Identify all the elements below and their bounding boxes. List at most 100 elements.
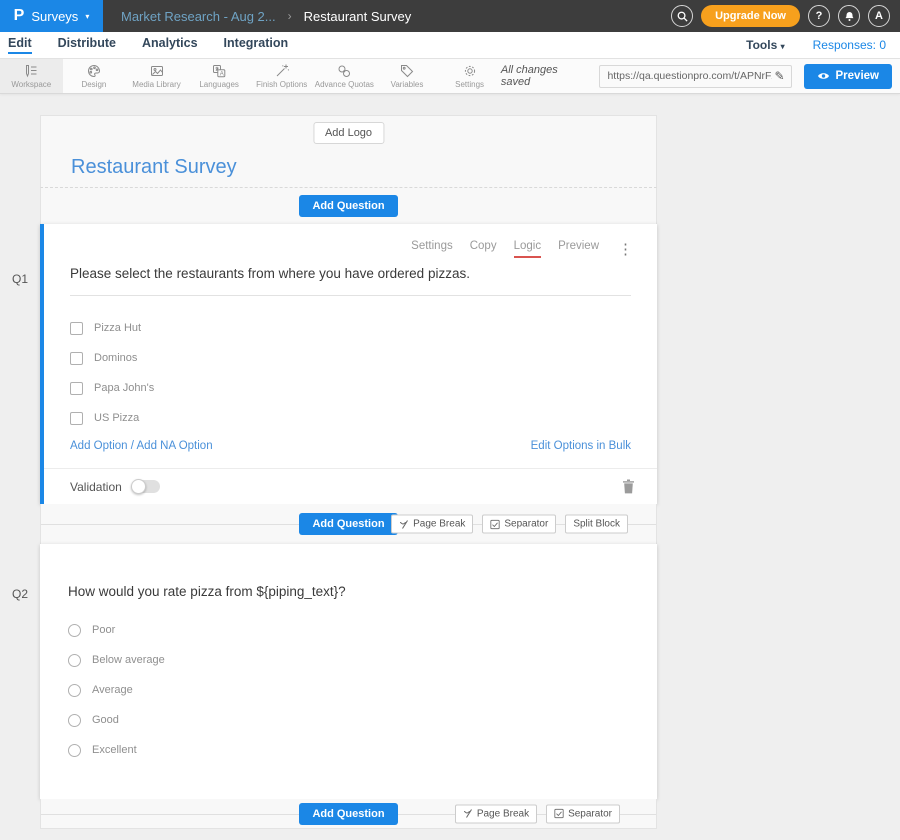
split-block-button[interactable]: Split Block [565, 515, 628, 534]
add-option-links: Add Option / Add NA Option [70, 440, 213, 452]
question-text-q2[interactable]: How would you rate pizza from ${piping_t… [68, 584, 629, 599]
questionpro-logo-icon: P [14, 8, 25, 24]
help-button[interactable]: ? [808, 5, 830, 27]
option-label[interactable]: Excellent [92, 744, 137, 756]
account-avatar[interactable]: A [868, 5, 890, 27]
checkbox[interactable] [70, 412, 83, 425]
question-card-q1[interactable]: Settings Copy Logic Preview ⋮ Please sel… [40, 224, 657, 504]
add-question-button[interactable]: Add Question [299, 195, 397, 217]
separator-button[interactable]: Separator [546, 804, 620, 823]
toolbar-item-advance-quotas[interactable]: Advance Quotas [313, 59, 376, 93]
radio-button[interactable] [68, 744, 81, 757]
surveys-product-menu[interactable]: P Surveys ▾ [0, 0, 103, 32]
edit-options-in-bulk-link[interactable]: Edit Options in Bulk [531, 440, 631, 452]
toolbar-item-workspace[interactable]: Workspace [0, 59, 63, 93]
insert-strip-top: Add Question [40, 188, 657, 224]
validation-row: Validation [44, 468, 657, 504]
survey-url-input[interactable] [600, 70, 774, 82]
tab-integration[interactable]: Integration [224, 36, 289, 54]
image-icon [149, 63, 165, 79]
toolbar-item-languages[interactable]: A Languages [188, 59, 251, 93]
radio-button[interactable] [68, 714, 81, 727]
tab-edit[interactable]: Edit [8, 36, 32, 54]
option-label[interactable]: Below average [92, 654, 165, 666]
gear-icon [462, 63, 478, 79]
option-row: Papa John's [70, 373, 631, 403]
edit-url-pencil-icon[interactable]: ✎ [774, 69, 790, 83]
option-label[interactable]: Pizza Hut [94, 322, 141, 334]
toolbar-item-variables[interactable]: Variables [376, 59, 439, 93]
preview-button[interactable]: Preview [804, 64, 892, 89]
option-label[interactable]: Average [92, 684, 133, 696]
option-label[interactable]: Papa John's [94, 382, 154, 394]
chain-links-icon [336, 63, 352, 79]
tools-dropdown[interactable]: Tools ▾ [746, 38, 784, 52]
tab-analytics[interactable]: Analytics [142, 36, 198, 54]
caret-down-icon: ▾ [85, 12, 89, 21]
add-option-link[interactable]: Add Option [70, 440, 128, 452]
option-row: US Pizza [70, 403, 631, 433]
page-break-button[interactable]: Page Break [455, 804, 537, 823]
top-header: P Surveys ▾ Market Research - Aug 2... ›… [0, 0, 900, 32]
toolbar-item-settings[interactable]: Settings [438, 59, 501, 93]
toolbar-item-media-library[interactable]: Media Library [125, 59, 188, 93]
magic-wand-icon [274, 63, 290, 79]
delete-question-button[interactable] [622, 479, 635, 494]
breadcrumb-folder-link[interactable]: Market Research - Aug 2... [121, 9, 276, 24]
toolbar-item-finish-options[interactable]: Finish Options [250, 59, 313, 93]
radio-button[interactable] [68, 684, 81, 697]
survey-frame: Add Logo Restaurant Survey Add Question … [40, 115, 657, 829]
add-question-button[interactable]: Add Question [299, 803, 397, 825]
upgrade-now-button[interactable]: Upgrade Now [701, 5, 800, 27]
notifications-button[interactable] [838, 5, 860, 27]
option-label[interactable]: Good [92, 714, 119, 726]
validation-toggle[interactable] [133, 480, 160, 493]
avatar-initial: A [875, 10, 883, 22]
add-logo-button[interactable]: Add Logo [313, 122, 384, 144]
question-code-q1: Q1 [12, 272, 28, 286]
option-row: Good [68, 705, 629, 735]
option-label[interactable]: Dominos [94, 352, 137, 364]
question-settings-link[interactable]: Settings [411, 240, 453, 258]
insert-strip-mid: Add Question Page Break Separator Split … [40, 504, 657, 544]
separator-icon [490, 519, 500, 529]
survey-title[interactable]: Restaurant Survey [71, 156, 237, 179]
option-row: Dominos [70, 343, 631, 373]
add-na-option-link[interactable]: Add NA Option [137, 440, 213, 452]
responses-count-link[interactable]: Responses: 0 [813, 38, 886, 52]
separator-button[interactable]: Separator [482, 515, 556, 534]
question-card-q2[interactable]: How would you rate pizza from ${piping_t… [40, 544, 657, 799]
option-label[interactable]: US Pizza [94, 412, 139, 424]
question-logic-link[interactable]: Logic [514, 240, 542, 258]
search-button[interactable] [671, 5, 693, 27]
add-question-button[interactable]: Add Question [299, 513, 397, 535]
svg-text:A: A [220, 71, 224, 77]
question-preview-link[interactable]: Preview [558, 240, 599, 258]
question-text-q1[interactable]: Please select the restaurants from where… [70, 266, 631, 281]
option-label[interactable]: Poor [92, 624, 115, 636]
option-row: Poor [68, 615, 629, 645]
toolbar-item-design[interactable]: Design [63, 59, 126, 93]
question-text-wrap: Please select the restaurants from where… [70, 224, 631, 296]
option-row: Average [68, 675, 629, 705]
trash-icon [622, 479, 635, 494]
chevron-right-icon: › [288, 9, 292, 23]
question-text-wrap: How would you rate pizza from ${piping_t… [68, 544, 629, 599]
insert-buttons: Page Break Separator Split Block [391, 515, 628, 534]
option-row: Below average [68, 645, 629, 675]
workspace-icon [23, 63, 39, 79]
checkbox[interactable] [70, 322, 83, 335]
radio-button[interactable] [68, 654, 81, 667]
product-name: Surveys [31, 9, 78, 24]
checkbox[interactable] [70, 382, 83, 395]
validation-label: Validation [70, 480, 122, 494]
radio-button[interactable] [68, 624, 81, 637]
tab-distribute[interactable]: Distribute [58, 36, 116, 54]
page-break-button[interactable]: Page Break [391, 515, 473, 534]
insert-strip-bottom: Add Question Page Break Separator [40, 799, 657, 829]
page-break-icon [463, 809, 473, 819]
search-icon [676, 10, 689, 23]
kebab-menu-icon[interactable]: ⋮ [618, 242, 633, 257]
question-copy-link[interactable]: Copy [470, 240, 497, 258]
checkbox[interactable] [70, 352, 83, 365]
